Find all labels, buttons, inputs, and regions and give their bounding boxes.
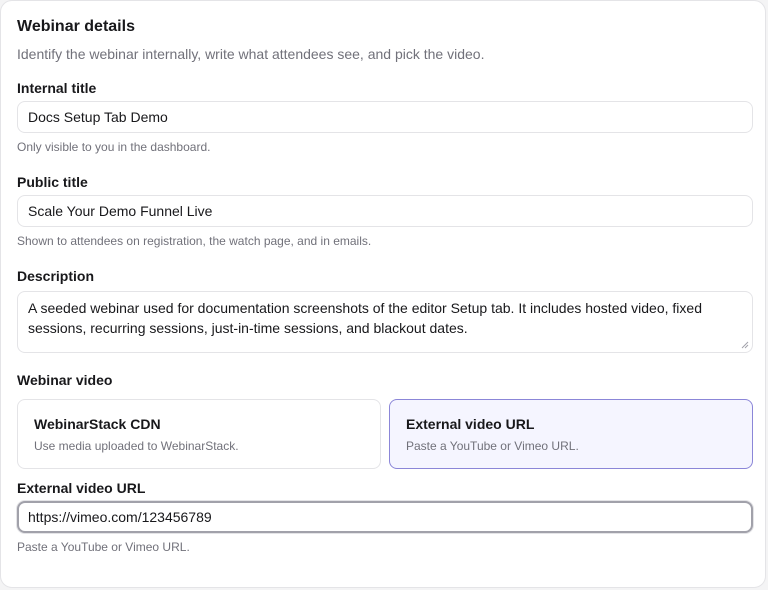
webinar-details-card: Webinar details Identify the webinar int… — [0, 0, 766, 588]
video-option-external-url[interactable]: External video URL Paste a YouTube or Vi… — [389, 399, 753, 469]
public-title-input[interactable]: Scale Your Demo Funnel Live — [17, 195, 753, 227]
section-subtitle: Identify the webinar internally, write w… — [17, 46, 485, 62]
external-url-label: External video URL — [17, 480, 146, 496]
section-title: Webinar details — [17, 18, 135, 35]
description-label: Description — [17, 268, 95, 284]
internal-title-help: Only visible to you in the dashboard. — [17, 140, 211, 154]
external-url-help: Paste a YouTube or Vimeo URL. — [17, 540, 190, 554]
option-description: Use media uploaded to WebinarStack. — [34, 439, 239, 453]
external-url-input[interactable]: https://vimeo.com/123456789 — [17, 501, 753, 533]
public-title-label: Public title — [17, 174, 88, 190]
option-title: WebinarStack CDN — [34, 416, 161, 432]
option-description: Paste a YouTube or Vimeo URL. — [406, 439, 579, 453]
resize-handle-icon[interactable] — [741, 341, 749, 349]
internal-title-label: Internal title — [17, 80, 97, 96]
internal-title-input[interactable]: Docs Setup Tab Demo — [17, 101, 753, 133]
public-title-help: Shown to attendees on registration, the … — [17, 234, 372, 248]
option-title: External video URL — [406, 416, 535, 432]
webinar-video-label: Webinar video — [17, 372, 113, 388]
video-option-webinarstack-cdn[interactable]: WebinarStack CDN Use media uploaded to W… — [17, 399, 381, 469]
description-text: A seeded webinar used for documentation … — [28, 300, 702, 336]
description-textarea[interactable]: A seeded webinar used for documentation … — [17, 291, 753, 353]
